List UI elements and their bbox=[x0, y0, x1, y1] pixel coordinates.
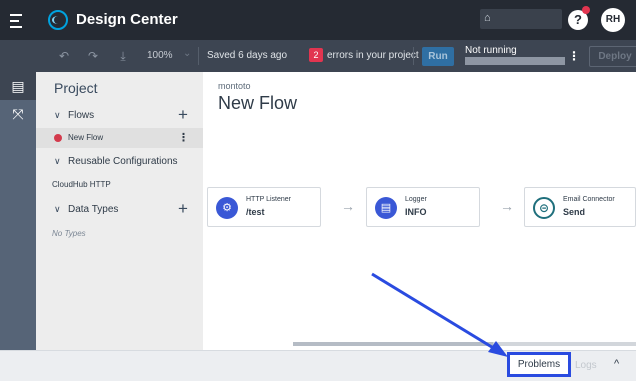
kebab-icon[interactable]: ⋮ bbox=[568, 48, 580, 64]
node-subtitle: /test bbox=[246, 207, 265, 217]
run-status: Not running bbox=[465, 45, 517, 56]
graph-icon[interactable]: ⤧ bbox=[0, 100, 36, 128]
reusable-configurations-label[interactable]: Reusable Configurations bbox=[68, 156, 178, 167]
run-status-target bbox=[465, 57, 565, 65]
error-count-badge[interactable]: 2 bbox=[309, 48, 323, 62]
add-flow-button[interactable]: + bbox=[178, 105, 188, 125]
notification-dot bbox=[582, 6, 590, 14]
logger-icon: ▤ bbox=[375, 197, 397, 219]
save-icon[interactable]: ⤓ bbox=[116, 49, 130, 63]
data-types-label[interactable]: Data Types bbox=[68, 204, 118, 215]
org-icon: ⌂ bbox=[484, 12, 491, 24]
undo-icon[interactable]: ↶ bbox=[57, 49, 71, 63]
add-data-type-button[interactable]: + bbox=[178, 199, 188, 219]
node-subtitle: INFO bbox=[405, 207, 427, 217]
flow-canvas: montoto New Flow ⚙ HTTP Listener /test →… bbox=[203, 72, 636, 350]
project-panel: Project ∨ Flows + New Flow ⋮ ∨ Reusable … bbox=[36, 72, 203, 350]
left-rail: ▤ ⤧ bbox=[0, 72, 36, 350]
bottom-panel-bar: Problems Logs ^ bbox=[0, 350, 636, 381]
app-title: Design Center bbox=[76, 11, 178, 28]
email-connector-node[interactable]: ⊝ Email Connector Send bbox=[524, 187, 636, 227]
chevron-up-icon[interactable]: ^ bbox=[614, 358, 619, 370]
deploy-button[interactable]: Deploy bbox=[589, 46, 636, 67]
errors-link[interactable]: errors in your project bbox=[327, 50, 419, 61]
error-status-dot bbox=[54, 134, 62, 142]
chevron-down-icon[interactable]: ∨ bbox=[54, 110, 61, 121]
chevron-down-icon[interactable]: ⌄ bbox=[183, 48, 191, 59]
scrollbar-thumb[interactable] bbox=[293, 342, 493, 346]
flow-item-label[interactable]: New Flow bbox=[68, 133, 103, 142]
organization-selector[interactable]: ⌂ bbox=[480, 9, 562, 29]
menu-icon[interactable] bbox=[10, 10, 28, 30]
no-types-text: No Types bbox=[52, 229, 86, 238]
http-listener-icon: ⚙ bbox=[216, 197, 238, 219]
run-button[interactable]: Run bbox=[422, 47, 454, 66]
email-connector-icon: ⊝ bbox=[533, 197, 555, 219]
node-title: Logger bbox=[405, 196, 427, 203]
chevron-down-icon[interactable]: ∨ bbox=[54, 156, 61, 167]
node-title: Email Connector bbox=[563, 196, 615, 203]
top-bar: Design Center ⌂ ? RH bbox=[0, 0, 636, 40]
http-listener-node[interactable]: ⚙ HTTP Listener /test bbox=[207, 187, 321, 227]
flows-label[interactable]: Flows bbox=[68, 110, 94, 121]
flow-arrow-icon: → bbox=[341, 198, 355, 214]
kebab-icon[interactable]: ⋮ bbox=[178, 131, 189, 144]
chevron-down-icon[interactable]: ∨ bbox=[54, 204, 61, 215]
saved-status: Saved 6 days ago bbox=[207, 50, 288, 61]
configuration-item[interactable]: CloudHub HTTP bbox=[52, 180, 111, 189]
design-center-logo-icon bbox=[48, 10, 68, 30]
problems-tab[interactable]: Problems bbox=[507, 352, 571, 377]
logger-node[interactable]: ▤ Logger INFO bbox=[366, 187, 480, 227]
breadcrumb: montoto bbox=[218, 81, 251, 91]
project-title: Project bbox=[54, 80, 98, 96]
flow-title: New Flow bbox=[218, 93, 298, 113]
node-subtitle: Send bbox=[563, 207, 586, 217]
horizontal-scrollbar[interactable] bbox=[293, 342, 636, 346]
node-title: HTTP Listener bbox=[246, 196, 291, 203]
toolbar: ↶ ↷ ⤓ 100% ⌄ Saved 6 days ago 2 errors i… bbox=[0, 40, 636, 72]
divider bbox=[198, 47, 199, 65]
user-avatar[interactable]: RH bbox=[601, 8, 625, 32]
document-icon[interactable]: ▤ bbox=[0, 72, 36, 100]
flow-item[interactable]: New Flow ⋮ bbox=[36, 128, 203, 148]
zoom-level[interactable]: 100% bbox=[147, 50, 173, 61]
divider bbox=[413, 47, 414, 65]
logs-tab[interactable]: Logs bbox=[575, 360, 597, 371]
flow-arrow-icon: → bbox=[500, 198, 514, 214]
redo-icon[interactable]: ↷ bbox=[86, 49, 100, 63]
